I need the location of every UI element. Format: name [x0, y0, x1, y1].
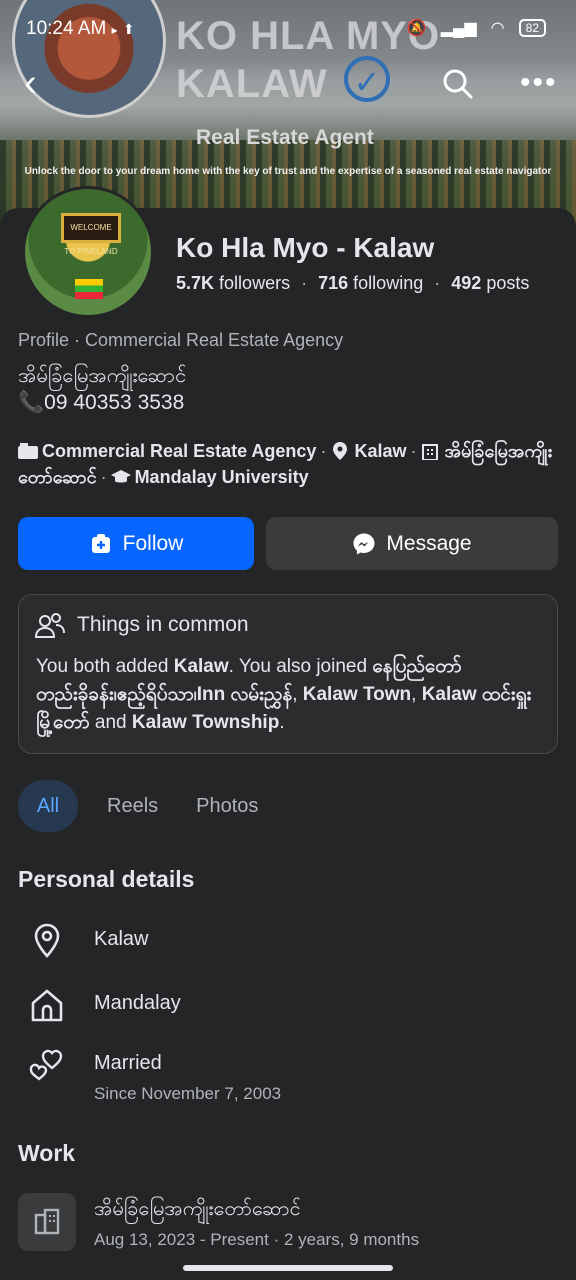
followers-label[interactable]: followers: [219, 273, 290, 293]
work-job-title[interactable]: အိမ်ခြံမြေအကျိုးတော်ဆောင်: [94, 1195, 301, 1225]
status-icons: 🔕 ▂▄▆ ◠ 82: [407, 18, 546, 38]
things-in-common-card: Things in common You both added Kalaw. Y…: [18, 594, 558, 754]
location-label: Kalaw: [94, 928, 149, 950]
mute-bell-icon: 🔕: [406, 20, 427, 37]
verified-check-icon: ✓: [344, 56, 390, 102]
following-count[interactable]: 716: [318, 273, 348, 293]
bio-phone[interactable]: 📞09 40353 3538: [18, 391, 184, 415]
follow-icon: [91, 533, 110, 553]
separator-dot: ·: [434, 273, 441, 293]
play-icon: ▸: [111, 23, 118, 37]
back-icon[interactable]: ‹: [24, 64, 37, 102]
follow-label: Follow: [122, 531, 184, 555]
cover-subtitle: Real Estate Agent: [196, 126, 374, 149]
things-in-common-text: You both added Kalaw. You also joined နေ…: [36, 656, 532, 733]
things-in-common-title: Things in common: [77, 613, 249, 636]
tab-all[interactable]: All: [18, 780, 78, 832]
hearts-icon: [29, 1049, 63, 1081]
status-bar: 10:24 AM ▸ ⬆ 🔕 ▂▄▆ ◠ 82: [0, 0, 576, 52]
flag-icon: [75, 279, 103, 299]
profile-tags: Commercial Real Estate Agency · Kalaw · အိမ်…: [18, 441, 553, 487]
category-icon: [18, 443, 38, 459]
search-icon[interactable]: [440, 66, 476, 102]
status-time: 10:24 AM ▸ ⬆: [26, 18, 135, 39]
work-building-icon[interactable]: [18, 1193, 76, 1251]
relationship-since: Since November 7, 2003: [94, 1084, 282, 1103]
more-options-icon[interactable]: •••: [520, 68, 558, 98]
posts-count: 492: [451, 273, 482, 293]
relationship-label: Married: [94, 1052, 162, 1074]
work-period: Aug 13, 2023 - Present · 2 years, 9 mont…: [94, 1230, 420, 1249]
message-label: Message: [386, 531, 472, 555]
avatar-sign: WELCOME TO PINELAND: [61, 213, 121, 256]
building-icon: [34, 1208, 60, 1235]
people-icon: [35, 613, 65, 638]
message-button[interactable]: Message: [266, 517, 558, 570]
avatar[interactable]: WELCOME TO PINELAND: [22, 186, 154, 318]
upload-icon: ⬆: [122, 21, 135, 37]
hometown-label: Mandalay: [94, 992, 181, 1014]
location-pin-icon: [34, 923, 60, 958]
posts-label: posts: [486, 273, 530, 293]
followers-count[interactable]: 5.7K: [176, 273, 214, 293]
bio-line1: အိမ်ခြံမြေအကျိုးဆောင်: [18, 365, 187, 387]
work-title: Work: [18, 1140, 76, 1166]
signal-icon: ▂▄▆: [440, 20, 477, 37]
wifi-icon: ◠: [490, 20, 505, 37]
tab-photos[interactable]: Photos: [179, 780, 275, 832]
profile-tabs: All Reels Photos: [18, 780, 275, 832]
profile-stats: 5.7K followers · 716 following · 492 pos…: [176, 273, 529, 294]
profile-name: Ko Hla Myo - Kalaw: [176, 232, 435, 263]
personal-details-title: Personal details: [18, 866, 195, 892]
separator-dot: ·: [301, 273, 308, 293]
cover-tagline: Unlock the door to your dream home with …: [24, 166, 552, 177]
cover-title-line2: KALAW: [176, 62, 328, 106]
tag-education[interactable]: Mandalay University: [135, 467, 309, 487]
home-icon: [31, 989, 63, 1022]
battery-icon: 82: [518, 19, 546, 37]
tag-category[interactable]: Commercial Real Estate Agency: [42, 441, 316, 461]
location-pin-icon: [333, 442, 348, 460]
messenger-icon: [353, 533, 375, 554]
tab-reels[interactable]: Reels: [90, 780, 175, 832]
follow-button[interactable]: Follow: [18, 517, 254, 570]
graduation-cap-icon: [110, 470, 131, 483]
building-icon: [422, 444, 439, 460]
following-label[interactable]: following: [353, 273, 423, 293]
profile-subtitle: Profile · Commercial Real Estate Agency: [18, 330, 344, 350]
tag-location[interactable]: Kalaw: [354, 441, 406, 461]
home-indicator[interactable]: [183, 1265, 393, 1271]
